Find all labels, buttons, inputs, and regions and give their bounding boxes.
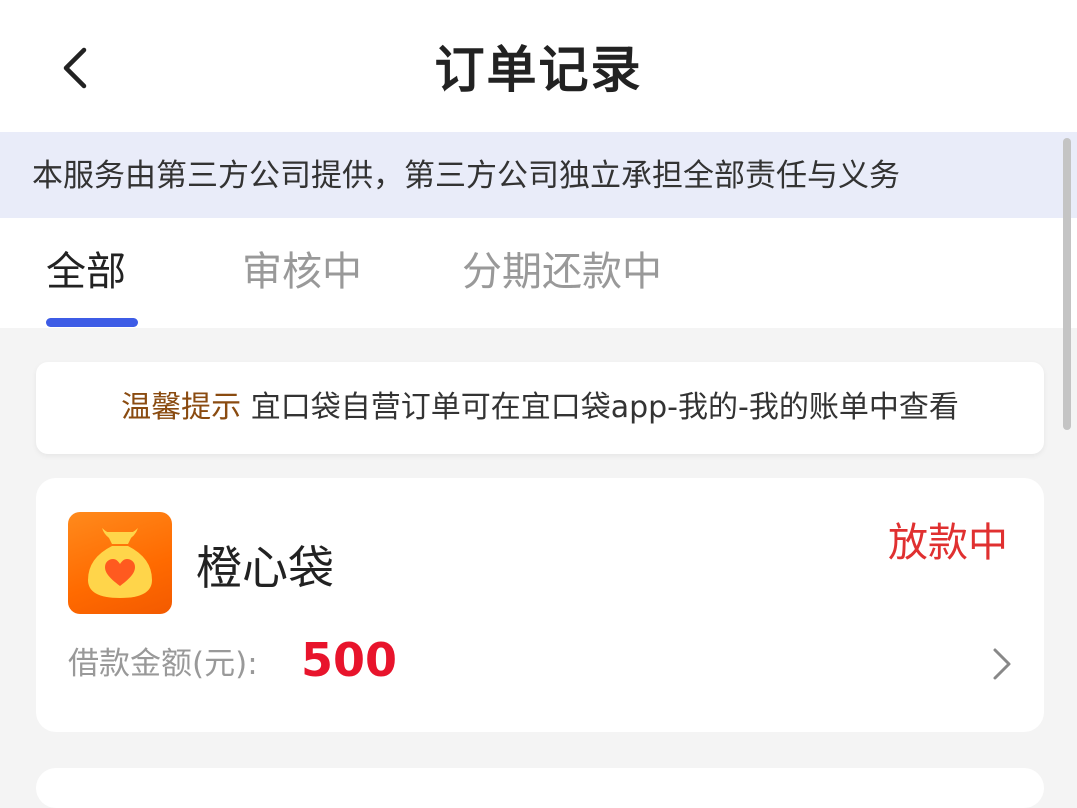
tip-text: 温馨提示 宜口袋自营订单可在宜口袋app-我的-我的账单中查看 [36,388,1044,428]
page-title: 订单记录 [434,41,643,99]
tab-all[interactable]: 全部 [46,246,126,298]
tip-label: 温馨提示 [121,390,242,425]
scrollbar[interactable] [1063,138,1071,430]
app-name: 橙心袋 [196,541,334,595]
tip-card: 温馨提示 宜口袋自营订单可在宜口袋app-我的-我的账单中查看 [36,362,1044,454]
amount-value: 500 [301,633,398,687]
active-tab-indicator [46,318,138,327]
chevron-right-icon [993,648,1011,680]
order-card-partial[interactable] [36,768,1044,808]
notice-bar: 本服务由第三方公司提供，第三方公司独立承担全部责任与义务 [0,132,1077,218]
amount-label: 借款金额(元): [68,646,258,682]
header: 订单记录 [0,0,1077,132]
tip-message: 宜口袋自营订单可在宜口袋app-我的-我的账单中查看 [250,390,959,425]
tab-bar: 全部 审核中 分期还款中 [0,218,1077,328]
order-card[interactable]: 橙心袋 放款中 借款金额(元): 500 [36,478,1044,732]
app-logo [68,512,172,614]
order-status: 放款中 [888,520,1008,566]
tab-under-review[interactable]: 审核中 [242,246,362,298]
tab-installment-repaying[interactable]: 分期还款中 [462,246,662,298]
notice-text: 本服务由第三方公司提供，第三方公司独立承担全部责任与义务 [32,158,900,194]
money-bag-heart-icon [88,528,152,598]
